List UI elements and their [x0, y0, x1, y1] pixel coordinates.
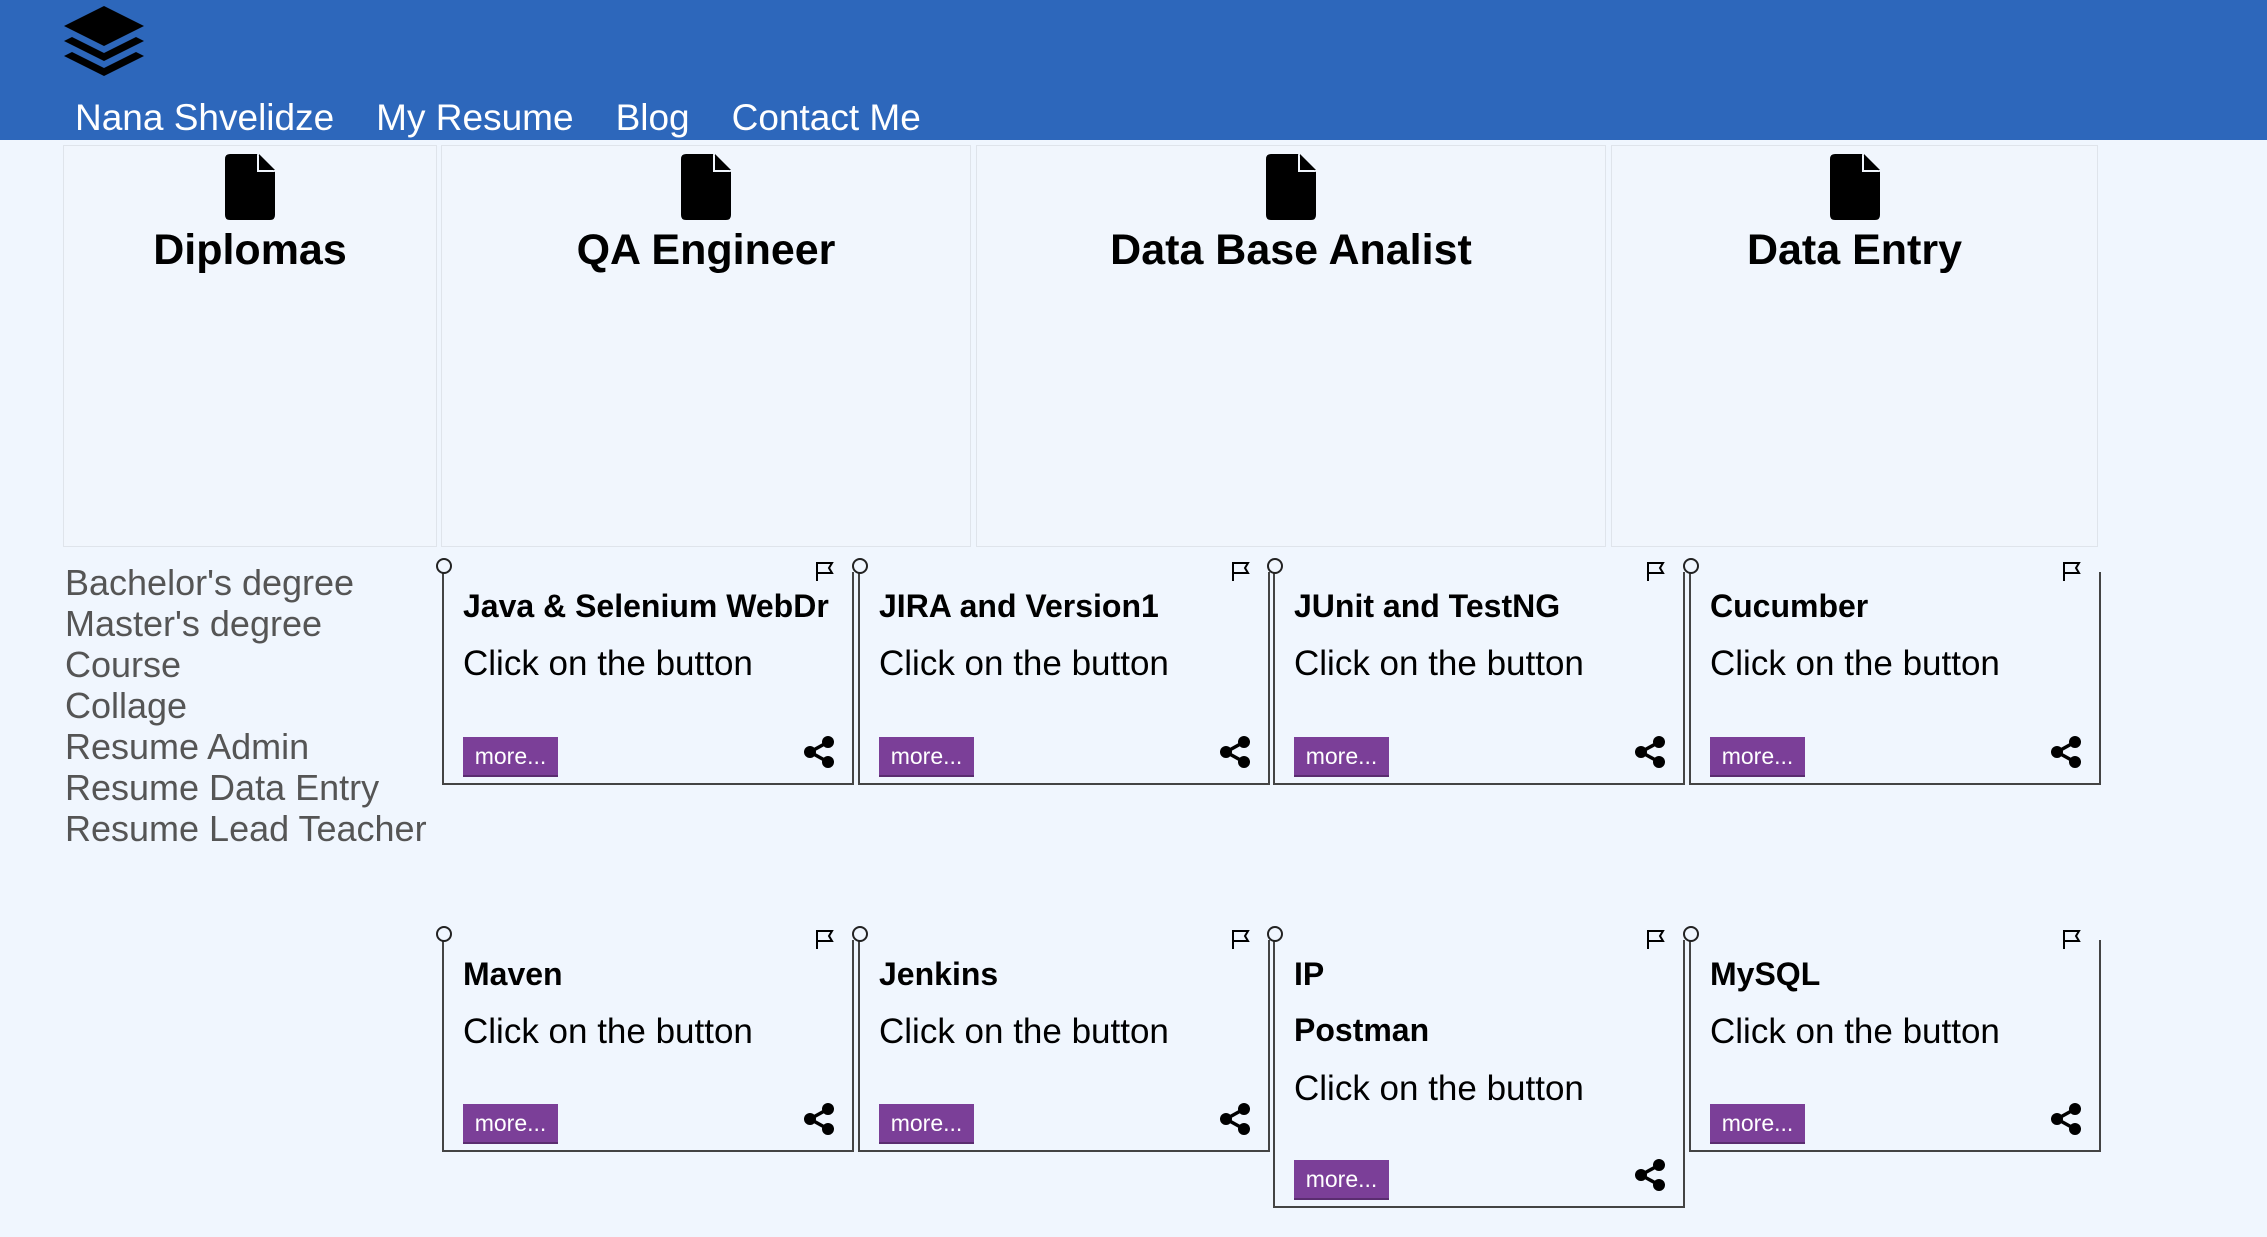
flag-icon[interactable] [814, 560, 836, 582]
panel-data-entry: Data Entry [1611, 145, 2098, 547]
card-jenkins: Jenkins Click on the button more... [852, 926, 1270, 1152]
card-junit-testng: JUnit and TestNG Click on the button mor… [1267, 558, 1685, 785]
share-icon[interactable] [1633, 735, 1667, 769]
flag-icon[interactable] [2061, 928, 2083, 950]
main-nav: Nana Shvelidze My Resume Blog Contact Me [75, 97, 963, 139]
card-text: Click on the button [1294, 644, 1584, 683]
panel-title: Data Base Analist [1110, 226, 1472, 274]
card-text: Click on the button [463, 1012, 753, 1051]
radio-circle-icon[interactable] [1267, 558, 1283, 574]
nav-link-my-resume[interactable]: My Resume [376, 97, 573, 139]
flag-icon[interactable] [1645, 560, 1667, 582]
diploma-item[interactable]: Master's degree [65, 603, 427, 644]
diploma-item[interactable]: Course [65, 644, 427, 685]
nav-link-home[interactable]: Nana Shvelidze [75, 97, 334, 139]
share-icon[interactable] [1633, 1158, 1667, 1192]
card-ip-postman: IP Postman Click on the button more... [1267, 926, 1685, 1208]
panel-data-base-analist: Data Base Analist [976, 145, 1606, 547]
flag-icon[interactable] [814, 928, 836, 950]
card-title: Maven [463, 956, 563, 992]
diploma-item[interactable]: Resume Admin [65, 726, 427, 767]
flag-icon[interactable] [2061, 560, 2083, 582]
share-icon[interactable] [2049, 735, 2083, 769]
card-title: IP [1294, 956, 1325, 992]
diploma-item[interactable]: Collage [65, 685, 427, 726]
panel-qa-engineer: QA Engineer [441, 145, 971, 547]
document-icon [681, 154, 731, 220]
radio-circle-icon[interactable] [436, 558, 452, 574]
flag-icon[interactable] [1645, 928, 1667, 950]
panel-title: QA Engineer [576, 226, 836, 274]
card-title: Jenkins [879, 956, 999, 992]
card-title: Cucumber [1710, 588, 1869, 624]
radio-circle-icon[interactable] [852, 558, 868, 574]
share-icon[interactable] [1218, 1102, 1252, 1136]
card-title: Java & Selenium WebDr [463, 588, 829, 624]
more-button[interactable]: more... [1710, 1104, 1805, 1142]
radio-circle-icon[interactable] [1267, 926, 1283, 942]
more-button[interactable]: more... [1710, 737, 1805, 775]
card-java-selenium: Java & Selenium WebDr Click on the butto… [436, 558, 854, 785]
card-text: Click on the button [1710, 644, 2000, 683]
top-header: Nana Shvelidze My Resume Blog Contact Me [0, 0, 2267, 140]
layers-icon[interactable] [62, 4, 146, 86]
card-text: Click on the button [879, 644, 1169, 683]
panel-title: Data Entry [1746, 226, 1963, 274]
card-title: JIRA and Version1 [879, 588, 1159, 624]
share-icon[interactable] [2049, 1102, 2083, 1136]
more-button[interactable]: more... [463, 737, 558, 775]
share-icon[interactable] [802, 1102, 836, 1136]
panel-title: Diplomas [153, 226, 347, 274]
more-button[interactable]: more... [879, 1104, 974, 1142]
diploma-item[interactable]: Resume Lead Teacher [65, 808, 427, 849]
card-text: Click on the button [1294, 1069, 1584, 1108]
card-jira-version1: JIRA and Version1 Click on the button mo… [852, 558, 1270, 785]
document-icon [225, 154, 275, 220]
flag-icon[interactable] [1230, 928, 1252, 950]
diplomas-list: Bachelor's degree Master's degree Course… [65, 562, 427, 849]
card-cucumber: Cucumber Click on the button more... [1683, 558, 2101, 785]
more-button[interactable]: more... [1294, 1160, 1389, 1198]
nav-link-blog[interactable]: Blog [616, 97, 690, 139]
flag-icon[interactable] [1230, 560, 1252, 582]
more-button[interactable]: more... [1294, 737, 1389, 775]
more-button[interactable]: more... [879, 737, 974, 775]
card-subtitle: Postman [1294, 1012, 1430, 1048]
nav-link-contact-me[interactable]: Contact Me [732, 97, 921, 139]
card-maven: Maven Click on the button more... [436, 926, 854, 1152]
card-text: Click on the button [1710, 1012, 2000, 1051]
card-text: Click on the button [463, 644, 753, 683]
document-icon [1829, 154, 1880, 220]
diploma-item[interactable]: Bachelor's degree [65, 562, 427, 603]
radio-circle-icon[interactable] [1683, 926, 1699, 942]
radio-circle-icon[interactable] [852, 926, 868, 942]
panel-diplomas: Diplomas [63, 145, 437, 547]
card-text: Click on the button [879, 1012, 1169, 1051]
document-icon [1266, 154, 1316, 220]
radio-circle-icon[interactable] [436, 926, 452, 942]
radio-circle-icon[interactable] [1683, 558, 1699, 574]
card-mysql: MySQL Click on the button more... [1683, 926, 2101, 1152]
diploma-item[interactable]: Resume Data Entry [65, 767, 427, 808]
card-title: JUnit and TestNG [1294, 588, 1561, 624]
share-icon[interactable] [1218, 735, 1252, 769]
card-title: MySQL [1710, 956, 1821, 992]
more-button[interactable]: more... [463, 1104, 558, 1142]
share-icon[interactable] [802, 735, 836, 769]
